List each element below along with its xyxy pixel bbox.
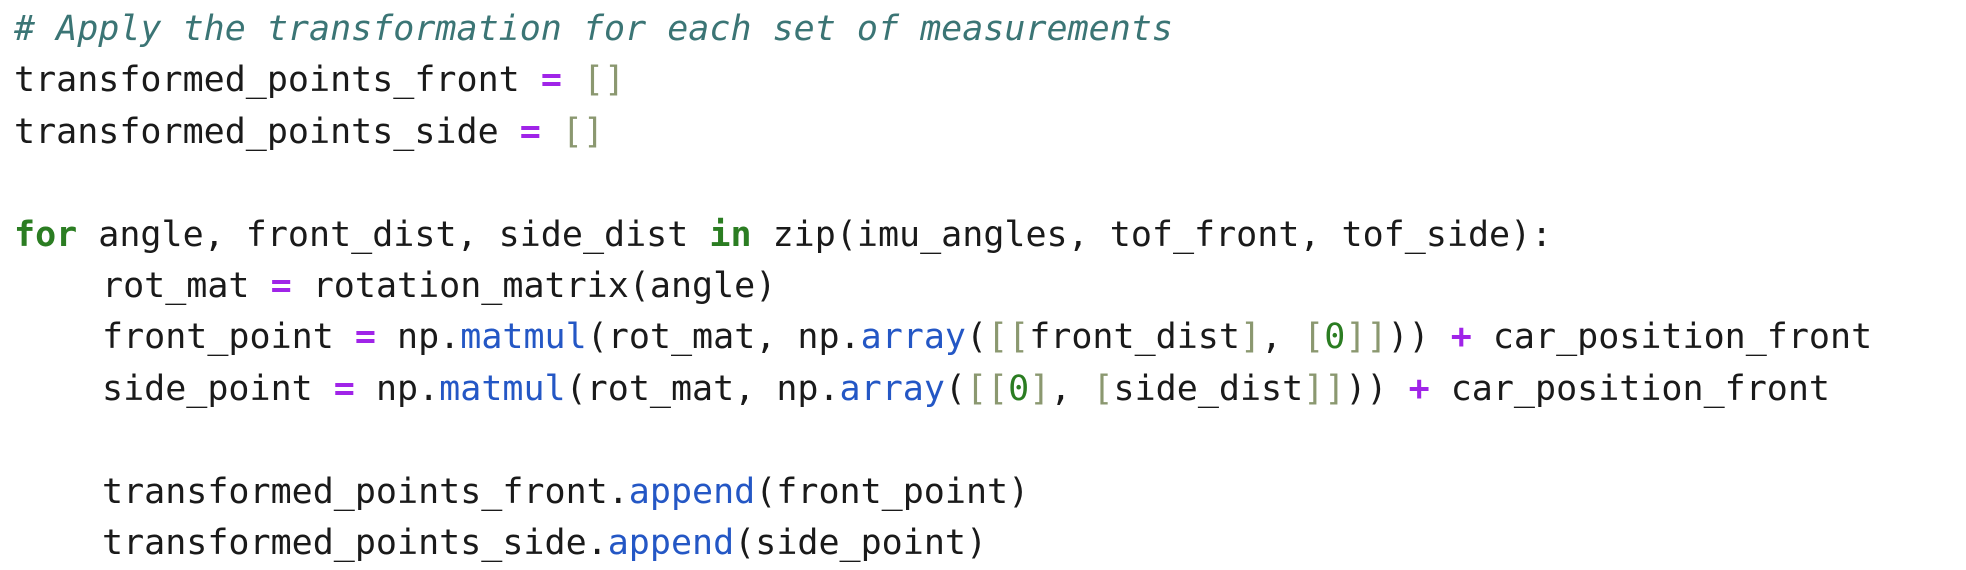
code-line-7: front_point = np.matmul(rot_mat, np.arra… <box>14 312 1966 363</box>
plus-operator: + <box>1408 368 1430 409</box>
code-line-5: for angle, front_dist, side_dist in zip(… <box>14 210 1966 261</box>
function-name: array <box>860 317 966 358</box>
code-text: np. <box>354 368 440 409</box>
plus-operator: + <box>1450 317 1472 358</box>
bracket: ]] <box>1345 317 1388 358</box>
code-line-9-blank <box>14 415 1966 466</box>
code-text: (rot_mat, np. <box>586 317 861 358</box>
code-text: (side_point) <box>734 522 988 563</box>
number-literal: 0 <box>1324 317 1346 358</box>
number-literal: 0 <box>1008 368 1030 409</box>
code-text: car_position_front <box>1429 368 1831 409</box>
bracket: [[ <box>987 317 1030 358</box>
list-literal: [] <box>561 111 605 152</box>
code-line-4-blank <box>14 158 1966 209</box>
code-line-1: # Apply the transformation for each set … <box>14 4 1966 55</box>
identifier: transformed_points_side <box>14 111 499 152</box>
bracket: ]] <box>1303 368 1346 409</box>
code-text: car_position_front <box>1471 317 1873 358</box>
code-text: np. <box>375 317 461 358</box>
function-name: matmul <box>460 317 587 358</box>
assign-operator: = <box>270 265 292 306</box>
function-name: append <box>628 471 756 512</box>
code-text: side_dist <box>1113 368 1304 409</box>
code-text: )) <box>1387 317 1451 358</box>
assign-operator: = <box>519 111 541 152</box>
code-text: ( <box>965 317 988 358</box>
bracket: ] <box>1029 368 1051 409</box>
identifier: transformed_points_front. <box>102 471 629 512</box>
assign-operator: = <box>540 60 562 101</box>
identifier: rot_mat <box>102 265 271 306</box>
code-line-6: rot_mat = rotation_matrix(angle) <box>14 261 1966 312</box>
bracket: ] <box>1239 317 1262 358</box>
code-editor[interactable]: # Apply the transformation for each set … <box>0 4 1966 570</box>
identifier: side_point <box>102 368 334 409</box>
code-line-2: transformed_points_front = [] <box>14 55 1966 106</box>
code-text: , <box>1050 368 1093 409</box>
keyword-in: in <box>709 214 752 255</box>
comment-text: # Apply the transformation for each set … <box>14 9 1173 49</box>
identifier: front_point <box>102 317 355 358</box>
bracket: [ <box>1092 368 1114 409</box>
zip-call: zip(imu_angles, tof_front, tof_side): <box>751 214 1553 255</box>
code-text: )) <box>1345 368 1409 409</box>
function-name: array <box>839 368 945 409</box>
code-text: front_dist <box>1029 317 1240 358</box>
code-line-10: transformed_points_front.append(front_po… <box>14 467 1966 518</box>
code-line-8: side_point = np.matmul(rot_mat, np.array… <box>14 364 1966 415</box>
identifier: transformed_points_front <box>14 60 520 101</box>
function-name: append <box>607 522 735 563</box>
keyword-for: for <box>14 214 78 255</box>
code-line-11: transformed_points_side.append(side_poin… <box>14 518 1966 569</box>
bracket: [[ <box>965 368 1009 409</box>
assign-operator: = <box>333 368 355 409</box>
code-text: (front_point) <box>755 471 1030 512</box>
code-line-3: transformed_points_side = [] <box>14 107 1966 158</box>
function-name: matmul <box>439 368 566 409</box>
list-literal: [] <box>582 60 626 101</box>
rotation-call: rotation_matrix(angle) <box>291 265 777 306</box>
identifier: transformed_points_side. <box>102 522 608 563</box>
code-text: (rot_mat, np. <box>565 368 840 409</box>
assign-operator: = <box>354 317 376 358</box>
bracket: [ <box>1303 317 1325 358</box>
code-text: , <box>1261 317 1304 358</box>
code-text: ( <box>944 368 966 409</box>
loop-targets: angle, front_dist, side_dist <box>77 214 710 255</box>
